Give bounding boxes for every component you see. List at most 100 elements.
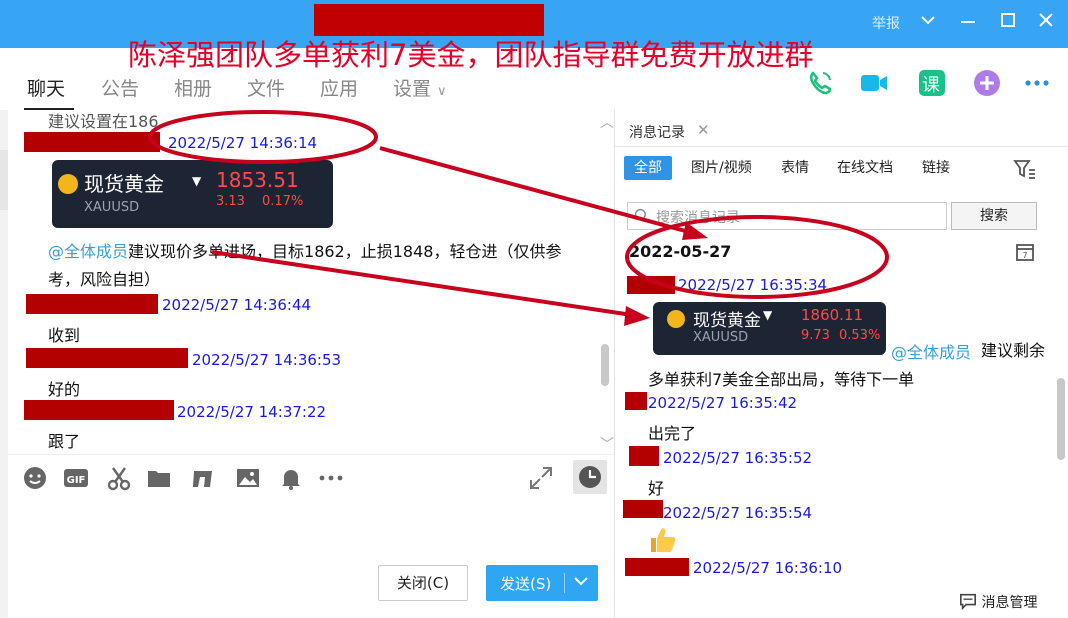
add-app-icon[interactable]	[972, 68, 1002, 98]
filter-all[interactable]: 全部	[624, 156, 672, 180]
announce-message-line2: 考，风险自担）	[48, 270, 161, 289]
chat-message-list[interactable]: 建议设置在186 ︿ 2022/5/27 14:36:14 现货黄金 ▼ 185…	[8, 110, 614, 454]
more-icon[interactable]	[1022, 68, 1052, 98]
send-button[interactable]: 发送(S)	[486, 565, 598, 601]
history-scrollbar[interactable]	[1057, 378, 1065, 460]
clock-icon	[579, 466, 601, 488]
promo-overlay-text: 陈泽强团队多单获利7美金，团队指导群免费开放进群	[128, 38, 814, 72]
gold-card-title: 现货黄金	[84, 172, 164, 196]
course-icon-label: 课	[922, 75, 940, 96]
message-timestamp: 2022/5/27 14:36:14	[168, 134, 318, 152]
more-tools-icon[interactable]	[318, 465, 344, 491]
history-message-text: 建议剩余	[981, 341, 1046, 360]
search-button[interactable]: 搜索	[951, 202, 1037, 230]
history-date-heading: 2022-05-27	[629, 242, 732, 261]
history-message-text: 多单获利7美金全部出局，等待下一单	[648, 370, 915, 389]
filter-docs[interactable]: 在线文档	[837, 156, 893, 180]
emoji-icon[interactable]	[22, 465, 48, 491]
history-message-text: 出完了	[648, 424, 697, 443]
message-management-button[interactable]: 消息管理	[959, 592, 1037, 612]
side-strip-marker	[0, 150, 8, 210]
calendar-icon[interactable]: 7	[1015, 242, 1035, 262]
message-history-panel: 消息记录 ✕ 全部 图片/视频 表情 在线文档 链接 搜索消息记录 搜索 202…	[614, 110, 1068, 618]
tab-settings-label: 设置	[393, 78, 432, 100]
tab-chat[interactable]: 聊天	[27, 74, 65, 101]
bell-icon[interactable]	[278, 465, 304, 491]
video-call-icon[interactable]	[859, 68, 889, 98]
message-timestamp: 2022/5/27 14:36:44	[162, 296, 312, 314]
chat-window: 举报 陈泽强团队多单获利7美金，团队指导群免费开放进群 聊天 公告 相册 文件 …	[0, 0, 1068, 618]
tab-apps[interactable]: 应用	[320, 74, 358, 101]
message-text-partial: 建议设置在186	[48, 112, 159, 131]
send-options-chevron-icon[interactable]	[572, 571, 590, 591]
chat-scrollbar[interactable]	[601, 344, 609, 386]
sender-redaction	[627, 276, 675, 294]
folder-icon[interactable]	[146, 465, 172, 491]
sender-redaction	[24, 400, 174, 420]
reply-message: 跟了	[48, 432, 81, 451]
sender-redaction	[625, 392, 647, 410]
message-timestamp: 2022/5/27 14:36:53	[192, 351, 342, 369]
gold-card-change: 3.13	[216, 194, 245, 209]
gold-card-change: 9.73	[801, 328, 830, 343]
message-history-button[interactable]	[573, 460, 607, 494]
caret-down-icon: ▼	[192, 174, 202, 188]
tab-settings[interactable]: 设置 ∨	[393, 74, 447, 101]
music-icon[interactable]	[190, 465, 216, 491]
filter-links[interactable]: 链接	[922, 156, 950, 180]
gold-icon	[667, 310, 685, 328]
message-timestamp: 2022/5/27 14:37:22	[177, 403, 327, 421]
sender-redaction	[24, 132, 160, 152]
sender-redaction	[26, 294, 158, 314]
scroll-down-icon[interactable]: ﹀	[600, 434, 614, 454]
tab-album[interactable]: 相册	[174, 74, 212, 101]
history-timestamp: 2022/5/27 16:35:42	[648, 394, 798, 412]
thumbs-up-icon	[647, 524, 679, 556]
chat-bubble-icon	[959, 593, 977, 611]
history-timestamp: 2022/5/27 16:35:34	[678, 276, 828, 294]
gif-icon[interactable]: GIF	[63, 465, 89, 491]
search-placeholder: 搜索消息记录	[656, 210, 740, 226]
course-icon[interactable]: 课	[917, 68, 947, 98]
gold-price-card[interactable]: 现货黄金 ▼ 1853.51 XAUUSD 3.13 0.17%	[52, 160, 333, 228]
close-tab-icon[interactable]: ✕	[697, 121, 710, 139]
reply-message: 收到	[48, 326, 81, 345]
gold-card-symbol: XAUUSD	[84, 200, 140, 215]
maximize-icon[interactable]	[996, 8, 1020, 32]
report-button[interactable]: 举报	[872, 13, 900, 33]
caret-down-icon: ▼	[763, 308, 773, 322]
send-button-label: 发送(S)	[500, 575, 552, 593]
sender-redaction	[625, 558, 689, 576]
svg-text:GIF: GIF	[67, 475, 86, 486]
svg-text:7: 7	[1022, 251, 1027, 260]
gold-icon	[58, 174, 78, 194]
filter-media[interactable]: 图片/视频	[691, 156, 752, 180]
filter-emoji[interactable]: 表情	[781, 156, 809, 180]
gold-card-price: 1860.11	[801, 306, 864, 324]
tab-announcement[interactable]: 公告	[101, 74, 139, 101]
gold-card-title: 现货黄金	[693, 311, 761, 331]
close-icon[interactable]	[1034, 8, 1058, 32]
reply-message: 好的	[48, 380, 81, 399]
announce-text: 建议现价多单进场，目标1862，止损1848，轻仓进（仅供参	[128, 242, 562, 261]
scissors-icon[interactable]	[106, 465, 132, 491]
expand-icon[interactable]	[528, 465, 554, 491]
mention-all-members[interactable]: @全体成员	[891, 339, 971, 363]
filter-settings-icon[interactable]	[1013, 158, 1037, 180]
chevron-down-icon[interactable]	[916, 8, 940, 32]
history-timestamp: 2022/5/27 16:35:54	[663, 504, 813, 522]
chevron-down-icon: ∨	[437, 84, 447, 99]
sender-redaction	[26, 348, 188, 368]
minimize-icon[interactable]	[956, 8, 980, 32]
history-search-input[interactable]: 搜索消息记录	[627, 202, 947, 230]
close-button[interactable]: 关闭(C)	[378, 565, 468, 601]
history-tab[interactable]: 消息记录	[629, 122, 685, 142]
history-timestamp: 2022/5/27 16:35:52	[663, 449, 813, 467]
tab-files[interactable]: 文件	[247, 74, 285, 101]
side-strip	[0, 110, 8, 618]
image-icon[interactable]	[235, 465, 261, 491]
gold-card-percent: 0.17%	[262, 194, 304, 209]
mention-all-members[interactable]: @全体成员	[48, 242, 128, 261]
scroll-up-icon[interactable]: ︿	[600, 112, 614, 132]
gold-price-card[interactable]: 现货黄金 ▼ 1860.11 XAUUSD 9.73 0.53%	[653, 302, 886, 355]
